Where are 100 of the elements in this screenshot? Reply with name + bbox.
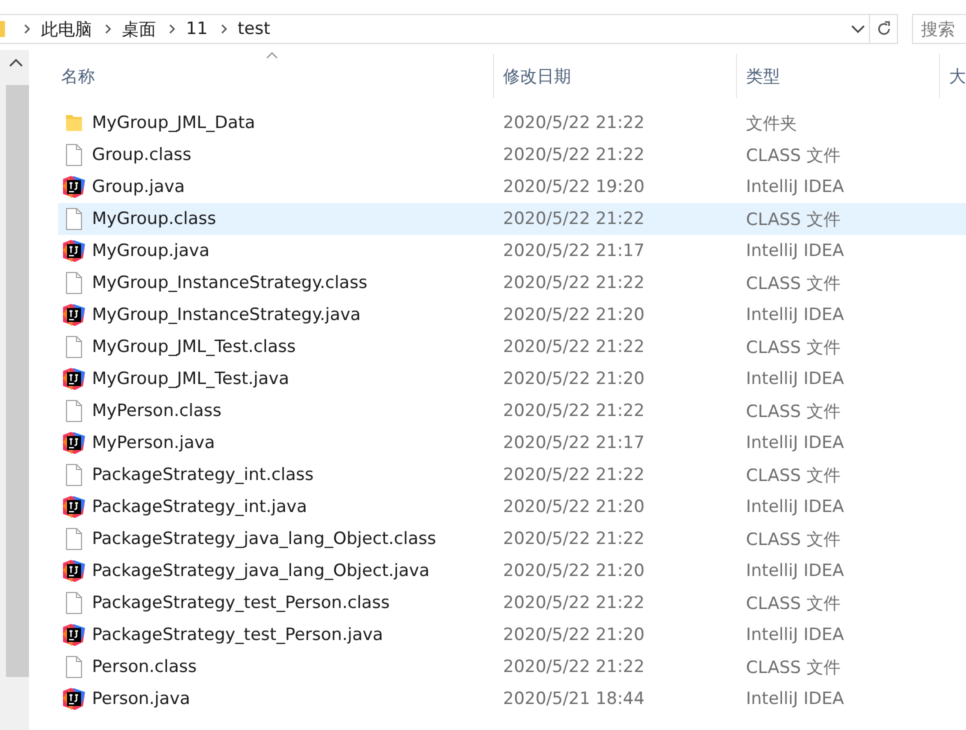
file-icon	[65, 464, 83, 486]
column-header[interactable]: 大	[949, 64, 966, 88]
file-row[interactable]: MyGroup_InstanceStrategy.java 2020/5/22 21:20 IntelliJ IDEA	[58, 299, 966, 331]
file-icon	[65, 144, 83, 166]
file-name: MyGroup.class	[92, 209, 216, 229]
file-icon	[65, 336, 83, 358]
modified-date: 2020/5/22 21:22	[503, 337, 645, 357]
file-name: Person.class	[92, 657, 197, 677]
file-type: CLASS 文件	[746, 466, 840, 486]
modified-date: 2020/5/22 21:20	[503, 625, 645, 645]
file-type: IntelliJ IDEA	[746, 625, 844, 645]
breadcrumb-item[interactable]: test	[238, 19, 270, 39]
file-row[interactable]: Person.java 2020/5/21 18:44 IntelliJ IDEA	[58, 683, 966, 715]
modified-date: 2020/5/22 21:17	[503, 241, 645, 261]
search-field[interactable]: 搜索	[912, 14, 966, 44]
file-row[interactable]: PackageStrategy_java_lang_Object.class 2020/5/22 21:22 CLASS 文件	[58, 523, 966, 555]
intellij-icon	[63, 432, 85, 454]
file-type: CLASS 文件	[746, 274, 840, 294]
intellij-icon	[63, 560, 85, 582]
file-row[interactable]: PackageStrategy_int.class 2020/5/22 21:22 CLASS 文件	[58, 459, 966, 491]
intellij-icon	[63, 176, 85, 198]
file-row[interactable]: MyGroup.class 2020/5/22 21:22 CLASS 文件	[58, 203, 966, 235]
scroll-up-icon[interactable]	[9, 58, 23, 67]
file-name: PackageStrategy_java_lang_Object.class	[92, 529, 436, 549]
file-row[interactable]: Group.class 2020/5/22 21:22 CLASS 文件	[58, 139, 966, 171]
file-name: Group.java	[92, 177, 185, 197]
file-row[interactable]: MyGroup_JML_Data 2020/5/22 21:22 文件夹	[58, 107, 966, 139]
file-type: CLASS 文件	[746, 210, 840, 230]
modified-date: 2020/5/21 18:44	[503, 689, 645, 709]
file-row[interactable]: MyGroup_InstanceStrategy.class 2020/5/22 21:22 CLASS 文件	[58, 267, 966, 299]
file-row[interactable]: MyPerson.class 2020/5/22 21:22 CLASS 文件	[58, 395, 966, 427]
breadcrumb-item[interactable]: 11	[186, 19, 208, 39]
breadcrumb-item[interactable]: 桌面	[122, 18, 156, 40]
intellij-icon	[63, 240, 85, 262]
modified-date: 2020/5/22 21:22	[503, 145, 645, 165]
intellij-icon	[63, 688, 85, 710]
intellij-icon	[63, 304, 85, 326]
file-icon	[65, 272, 83, 294]
dropdown-icon[interactable]	[851, 24, 865, 34]
file-name: MyPerson.java	[92, 433, 215, 453]
modified-date: 2020/5/22 21:20	[503, 497, 645, 517]
modified-date: 2020/5/22 19:20	[503, 177, 645, 197]
file-type: IntelliJ IDEA	[746, 689, 844, 709]
file-name: MyPerson.class	[92, 401, 222, 421]
file-row[interactable]: MyGroup.java 2020/5/22 21:17 IntelliJ IDEA	[58, 235, 966, 267]
scrollbar-thumb[interactable]	[6, 85, 29, 677]
file-row[interactable]: MyPerson.java 2020/5/22 21:17 IntelliJ IDEA	[58, 427, 966, 459]
file-name: Group.class	[92, 145, 192, 165]
file-icon	[65, 400, 83, 422]
modified-date: 2020/5/22 21:22	[503, 593, 645, 613]
folder-icon	[65, 113, 83, 133]
file-row[interactable]: MyGroup_JML_Test.class 2020/5/22 21:22 CLASS 文件	[58, 331, 966, 363]
modified-date: 2020/5/22 21:22	[503, 657, 645, 677]
modified-date: 2020/5/22 21:22	[503, 273, 645, 293]
file-icon	[65, 208, 83, 230]
chevron-icon	[23, 23, 31, 35]
refresh-button[interactable]	[870, 14, 898, 44]
file-type: CLASS 文件	[746, 658, 840, 678]
file-row[interactable]: PackageStrategy_test_Person.class 2020/5/22 21:22 CLASS 文件	[58, 587, 966, 619]
file-name: MyGroup_JML_Data	[92, 113, 256, 133]
folder-icon	[0, 21, 5, 37]
modified-date: 2020/5/22 21:20	[503, 561, 645, 581]
file-name: MyGroup_JML_Test.class	[92, 337, 296, 357]
file-type: IntelliJ IDEA	[746, 241, 844, 261]
file-name: PackageStrategy_test_Person.class	[92, 593, 390, 613]
file-row[interactable]: PackageStrategy_test_Person.java 2020/5/22 21:20 IntelliJ IDEA	[58, 619, 966, 651]
file-name: PackageStrategy_int.java	[92, 497, 307, 517]
file-name: Person.java	[92, 689, 190, 709]
file-name: MyGroup.java	[92, 241, 210, 261]
modified-date: 2020/5/22 21:22	[503, 113, 645, 133]
file-icon	[65, 528, 83, 550]
file-type: CLASS 文件	[746, 530, 840, 550]
file-icon	[65, 656, 83, 678]
chevron-icon	[168, 23, 176, 35]
modified-date: 2020/5/22 21:22	[503, 209, 645, 229]
file-type: IntelliJ IDEA	[746, 561, 844, 581]
modified-date: 2020/5/22 21:22	[503, 401, 645, 421]
file-type: IntelliJ IDEA	[746, 497, 844, 517]
address-bar[interactable]: 此电脑 桌面 11 test	[0, 14, 870, 44]
file-name: PackageStrategy_test_Person.java	[92, 625, 384, 645]
intellij-icon	[63, 496, 85, 518]
file-type: IntelliJ IDEA	[746, 433, 844, 453]
file-row[interactable]: Group.java 2020/5/22 19:20 IntelliJ IDEA	[58, 171, 966, 203]
modified-date: 2020/5/22 21:22	[503, 529, 645, 549]
column-header[interactable]: 名称	[61, 64, 95, 88]
chevron-icon	[104, 23, 112, 35]
file-name: MyGroup_JML_Test.java	[92, 369, 290, 389]
file-row[interactable]: Person.class 2020/5/22 21:22 CLASS 文件	[58, 651, 966, 683]
file-type: CLASS 文件	[746, 402, 840, 422]
file-type: IntelliJ IDEA	[746, 369, 844, 389]
modified-date: 2020/5/22 21:20	[503, 305, 645, 325]
file-row[interactable]: PackageStrategy_java_lang_Object.java 2020/5/22 21:20 IntelliJ IDEA	[58, 555, 966, 587]
column-header[interactable]: 类型	[746, 64, 780, 88]
file-row[interactable]: PackageStrategy_int.java 2020/5/22 21:20 IntelliJ IDEA	[58, 491, 966, 523]
intellij-icon	[63, 624, 85, 646]
file-row[interactable]: MyGroup_JML_Test.java 2020/5/22 21:20 IntelliJ IDEA	[58, 363, 966, 395]
breadcrumb-item[interactable]: 此电脑	[41, 18, 92, 40]
file-type: CLASS 文件	[746, 338, 840, 358]
file-name: MyGroup_InstanceStrategy.java	[92, 305, 361, 325]
column-header[interactable]: 修改日期	[503, 64, 571, 88]
